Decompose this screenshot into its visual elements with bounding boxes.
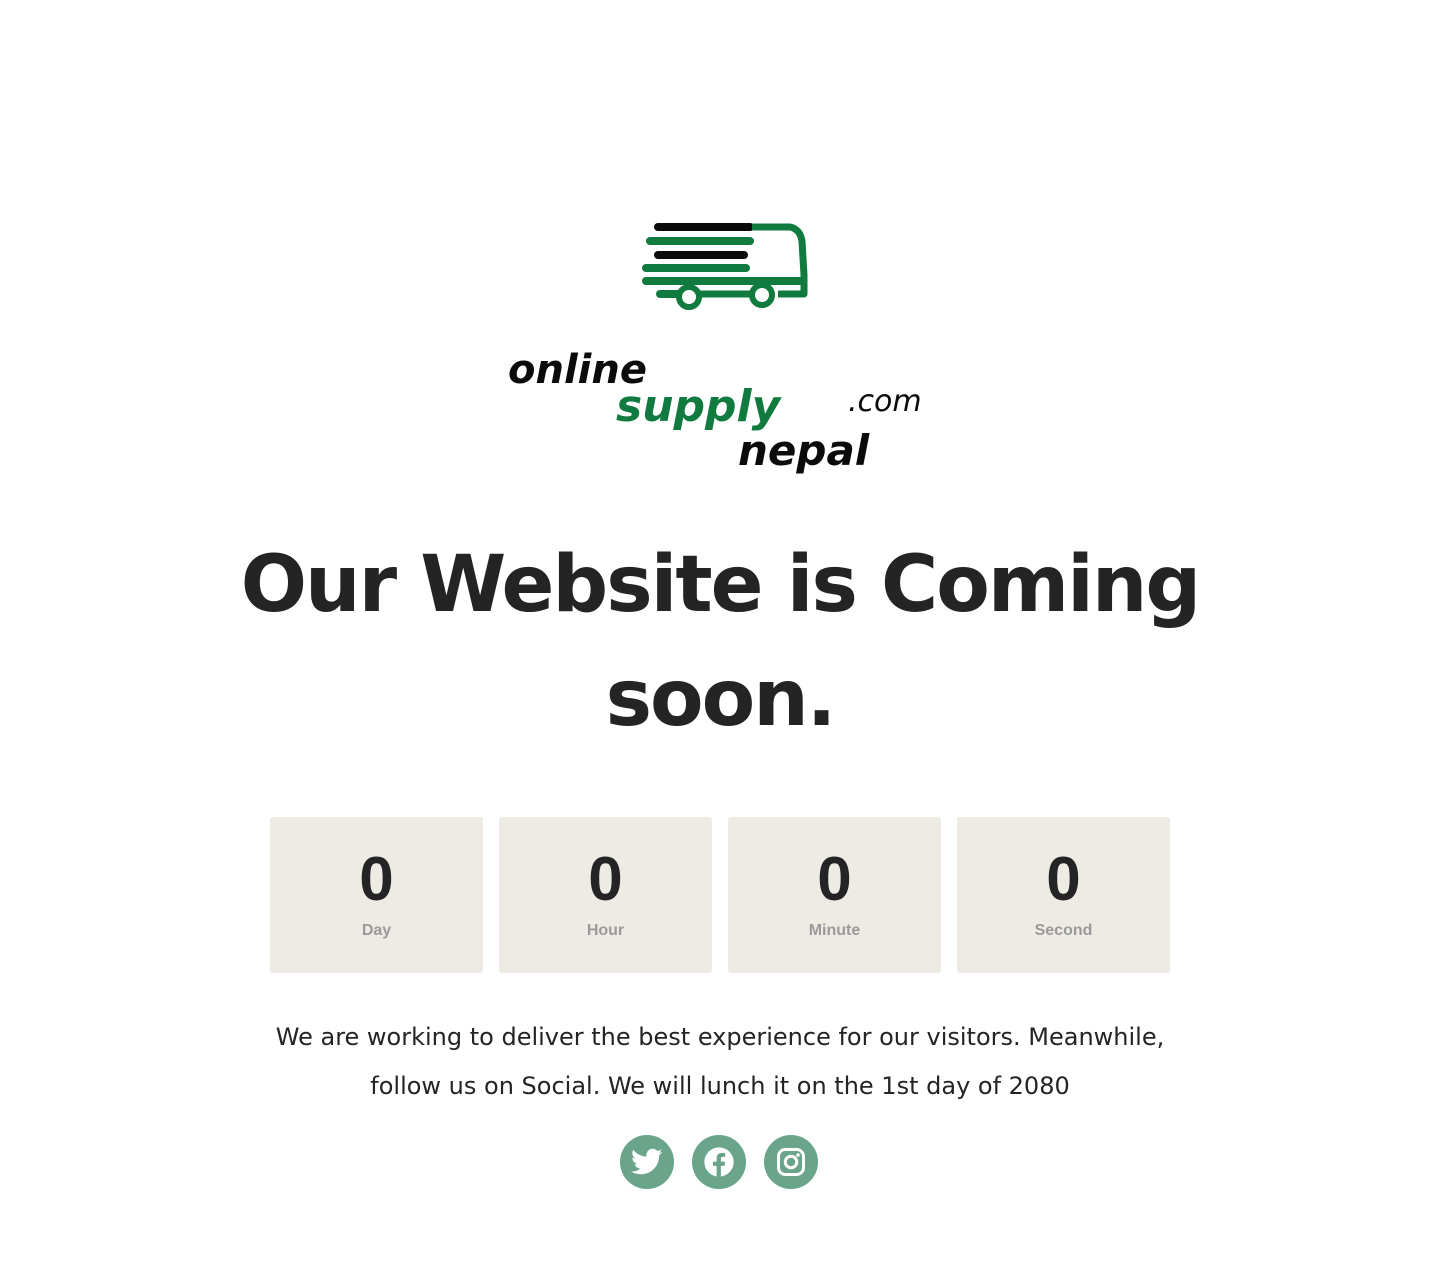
countdown-hours-value: 0 — [588, 845, 623, 914]
facebook-link[interactable] — [692, 1135, 746, 1189]
intro-message-line-2: follow us on Social. We will lunch it on… — [370, 1072, 1070, 1100]
countdown-minutes-value: 0 — [817, 845, 852, 914]
countdown-seconds: 0 Second — [957, 817, 1170, 973]
coming-soon-page: online supply .com nepal Our Website is … — [0, 0, 1440, 1284]
facebook-icon — [704, 1147, 734, 1177]
logo-word-supply: supply — [616, 381, 783, 432]
countdown-days-value: 0 — [359, 845, 394, 914]
intro-message-line-1: We are working to deliver the best exper… — [275, 1023, 1165, 1051]
truck-icon — [642, 223, 808, 310]
countdown-seconds-label: Second — [1034, 922, 1093, 939]
countdown-minutes: 0 Minute — [728, 817, 941, 973]
countdown-hours: 0 Hour — [499, 817, 712, 973]
page-title-line-1: Our Website is Coming — [240, 540, 1201, 630]
logo-word-nepal: nepal — [738, 426, 870, 475]
logo-word-com: .com — [848, 384, 922, 419]
page-title-line-2: soon. — [605, 654, 837, 744]
countdown-timer: 0 Day 0 Hour 0 Minute 0 Second — [270, 817, 1170, 973]
intro-message: We are working to deliver the best exper… — [250, 1013, 1190, 1111]
instagram-link[interactable] — [764, 1135, 818, 1189]
page-title: Our Website is Coming soon. — [240, 528, 1201, 756]
countdown-days: 0 Day — [270, 817, 483, 973]
countdown-days-label: Day — [361, 922, 392, 939]
twitter-icon — [631, 1148, 663, 1175]
site-logo: online supply .com nepal — [500, 215, 940, 485]
countdown-seconds-value: 0 — [1046, 845, 1081, 914]
twitter-link[interactable] — [620, 1135, 674, 1189]
social-links — [620, 1135, 820, 1189]
countdown-hours-label: Hour — [586, 922, 625, 939]
instagram-icon — [777, 1148, 805, 1176]
countdown-minutes-label: Minute — [808, 922, 861, 939]
logo-graphic: online supply .com nepal — [508, 223, 922, 475]
